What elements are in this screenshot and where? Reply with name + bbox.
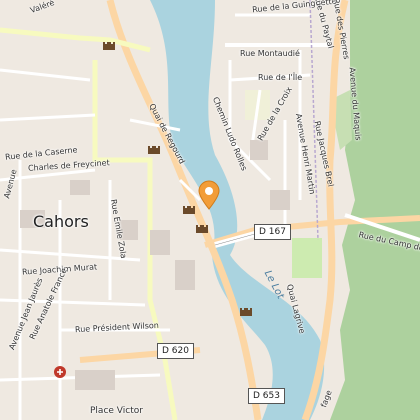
location-marker-icon[interactable]: [197, 180, 221, 210]
castle-icon[interactable]: [195, 222, 209, 233]
castle-icon[interactable]: [182, 203, 196, 214]
castle-icon[interactable]: [147, 143, 161, 154]
road-shield-d653: D 653: [248, 388, 285, 404]
city-label: Cahors: [33, 212, 89, 231]
street-label: Rue Montaudié: [240, 49, 300, 58]
road-shield-d167: D 167: [254, 224, 291, 240]
road-shield-d620: D 620: [157, 343, 194, 359]
map-view[interactable]: Cahors Le Lot Rue de la Guinguette Rue d…: [0, 0, 420, 420]
street-label: Place Victor: [90, 406, 143, 416]
park-area: [292, 238, 322, 278]
street-label: Rue de l'Île: [258, 73, 303, 82]
forest-area: [330, 0, 420, 420]
castle-icon[interactable]: [239, 305, 253, 316]
map-canvas: [0, 0, 420, 420]
castle-icon[interactable]: [102, 39, 116, 50]
